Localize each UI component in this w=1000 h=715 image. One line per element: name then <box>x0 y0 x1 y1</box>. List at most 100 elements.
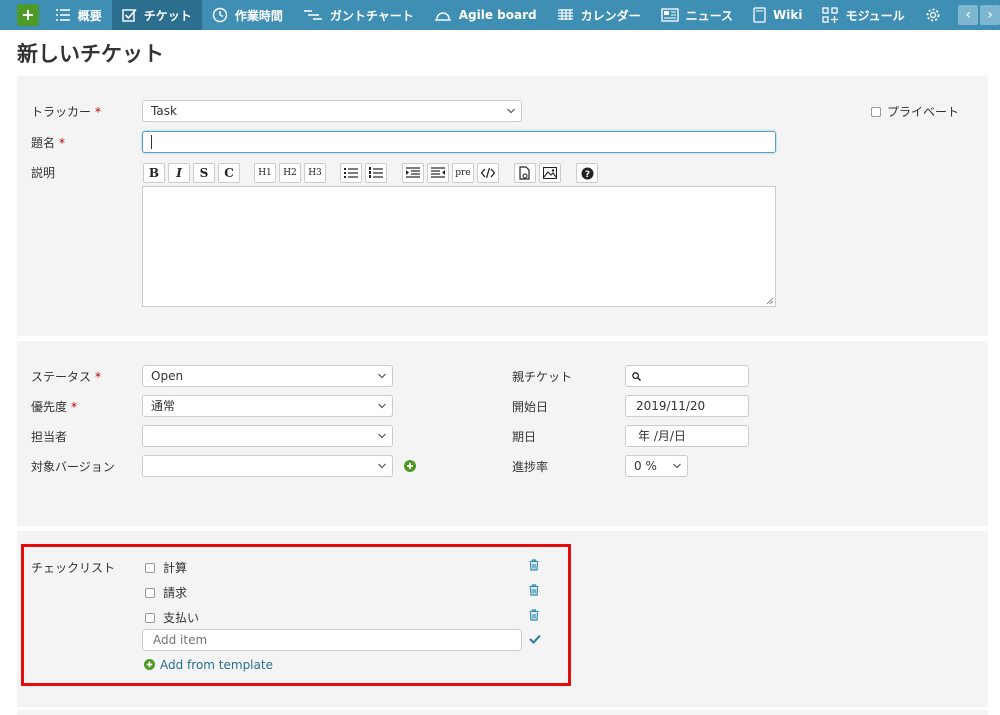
checklist-highlight-frame <box>21 544 571 686</box>
due-date-label: 期日 <box>512 430 537 444</box>
agile-icon <box>434 12 451 21</box>
code-button[interactable]: C <box>218 163 240 183</box>
assignee-select[interactable] <box>142 425 393 447</box>
tracker-value: Task <box>151 104 177 118</box>
chevron-down-icon <box>378 463 386 469</box>
heading2-button[interactable]: H2 <box>279 163 301 183</box>
nav-gantt-label: ガントチャート <box>329 8 414 23</box>
due-date-value: 年 /月/日 <box>638 429 686 443</box>
nav-modules[interactable]: モジュール <box>812 0 914 30</box>
description-label: 説明 <box>31 166 56 180</box>
add-version-icon[interactable] <box>404 460 416 472</box>
private-label: プライベート <box>887 105 960 119</box>
version-label: 対象バージョン <box>31 460 115 474</box>
modules-icon <box>822 7 839 23</box>
nav-agile-board-label: Agile board <box>458 8 537 22</box>
gantt-icon <box>303 10 322 20</box>
start-date-label: 開始日 <box>512 400 549 414</box>
image-icon <box>543 167 557 179</box>
heading1-button[interactable]: H1 <box>254 163 276 183</box>
status-select[interactable]: Open <box>142 365 393 387</box>
done-ratio-label: 進捗率 <box>512 460 549 474</box>
page-title: 新しいチケット <box>17 42 164 66</box>
start-date-value: 2019/11/20 <box>636 399 706 413</box>
news-icon <box>660 8 679 22</box>
italic-button[interactable]: I <box>168 163 190 183</box>
nav-news-label: ニュース <box>685 8 733 23</box>
subject-label: 題名 * <box>31 136 66 150</box>
unordered-list-button[interactable] <box>340 163 362 183</box>
code-icon <box>481 167 495 179</box>
priority-value: 通常 <box>151 399 176 413</box>
checkbox-icon <box>122 8 137 22</box>
help-button[interactable]: ? <box>576 163 598 183</box>
tracker-label: トラッカー * <box>31 105 102 119</box>
pre-label: pre <box>455 168 471 178</box>
search-icon <box>632 372 641 381</box>
tracker-select[interactable]: Task <box>142 100 522 122</box>
start-date-input[interactable]: 2019/11/20 <box>625 395 749 417</box>
nav-wiki-label: Wiki <box>773 8 803 22</box>
nav-wiki[interactable]: Wiki <box>743 0 812 30</box>
parent-issue-input[interactable] <box>625 365 749 387</box>
outdent-button[interactable] <box>427 163 449 183</box>
nav-time-entries-label: 作業時間 <box>234 8 283 23</box>
done-ratio-select[interactable]: 0 % <box>625 455 688 477</box>
nav-calendar[interactable]: カレンダー <box>547 0 651 30</box>
heading3-button[interactable]: H3 <box>304 163 326 183</box>
priority-select[interactable]: 通常 <box>142 395 393 417</box>
link-page-button[interactable] <box>514 163 536 183</box>
nav-calendar-label: カレンダー <box>580 8 641 23</box>
nav-scroll-right-button[interactable]: › <box>980 5 1000 25</box>
nav-issues-label: チケット <box>143 8 192 23</box>
top-nav: + 概要 チケット 作業時間 ガントチャート Agile board カレンダー… <box>0 0 1000 30</box>
done-ratio-value: 0 % <box>634 459 657 473</box>
pre-button[interactable]: pre <box>452 163 474 183</box>
nav-gantt[interactable]: ガントチャート <box>293 0 424 30</box>
chevron-down-icon <box>378 433 386 439</box>
chevron-down-icon <box>378 403 386 409</box>
new-object-button[interactable]: + <box>17 4 39 26</box>
nav-time-entries[interactable]: 作業時間 <box>202 0 293 30</box>
strike-button[interactable]: S <box>193 163 215 183</box>
wiki-icon <box>753 7 766 23</box>
resize-handle-icon[interactable] <box>766 297 774 305</box>
nav-news[interactable]: ニュース <box>651 0 743 30</box>
help-icon: ? <box>581 167 593 179</box>
version-select[interactable] <box>142 455 393 477</box>
heading2-label: H2 <box>283 168 297 178</box>
nav-overview-label: 概要 <box>77 8 102 23</box>
nav-issues[interactable]: チケット <box>111 0 202 30</box>
chevron-down-icon <box>378 373 386 379</box>
due-date-input[interactable]: 年 /月/日 <box>625 425 749 447</box>
nav-modules-label: モジュール <box>845 8 905 23</box>
indent-button[interactable] <box>402 163 424 183</box>
private-checkbox[interactable] <box>871 107 881 117</box>
nav-scroll-left-button[interactable]: ‹ <box>958 5 979 25</box>
description-textarea[interactable] <box>142 186 776 307</box>
subject-input[interactable] <box>142 131 776 153</box>
nav-agile-board[interactable]: Agile board <box>424 0 547 30</box>
bold-label: B <box>148 166 160 180</box>
strike-label: S <box>199 166 209 180</box>
calendar-icon <box>557 9 573 20</box>
settings-button[interactable] <box>921 0 945 30</box>
assignee-label: 担当者 <box>31 430 68 444</box>
next-section-box <box>17 710 988 715</box>
numbered-list-icon <box>369 167 383 178</box>
image-button[interactable] <box>539 163 561 183</box>
indent-icon <box>406 167 420 178</box>
ordered-list-button[interactable] <box>365 163 387 183</box>
bold-button[interactable]: B <box>143 163 165 183</box>
status-value: Open <box>151 369 184 383</box>
page-link-icon <box>519 166 530 180</box>
italic-label: I <box>176 166 182 180</box>
nav-overview[interactable]: 概要 <box>45 0 112 30</box>
outdent-icon <box>431 167 445 178</box>
list-icon <box>55 9 70 21</box>
chevron-down-icon <box>507 108 515 114</box>
inline-code-button[interactable] <box>477 163 499 183</box>
status-label: ステータス * <box>31 370 102 384</box>
gear-icon <box>926 8 939 22</box>
clock-icon <box>212 7 228 23</box>
